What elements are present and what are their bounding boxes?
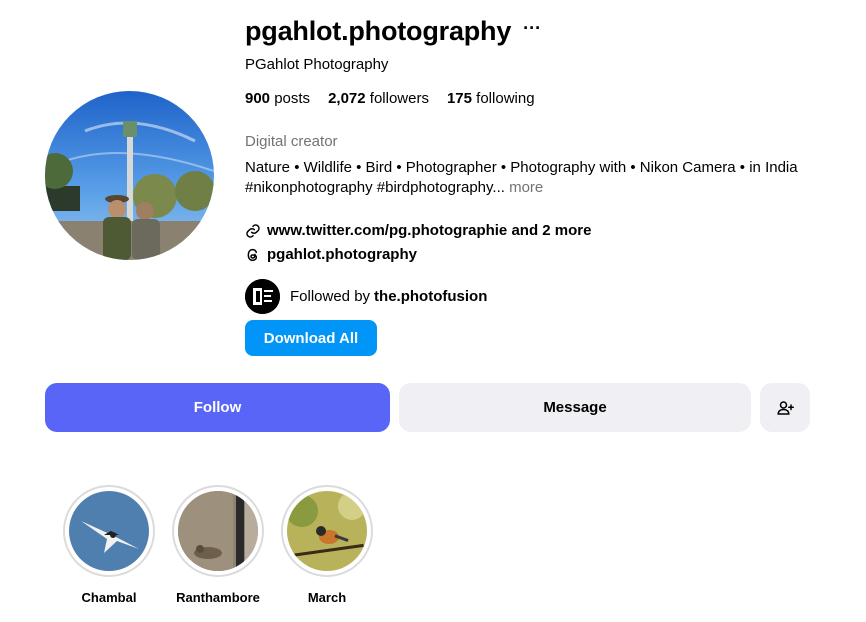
message-button[interactable]: Message xyxy=(399,383,751,432)
threads-link-text: pgahlot.photography xyxy=(267,246,417,263)
download-all-button[interactable]: Download All xyxy=(245,320,377,356)
threads-icon xyxy=(247,248,258,261)
highlight-march[interactable]: March xyxy=(279,485,375,605)
highlight-label: Ranthambore xyxy=(176,590,260,605)
followed-by-prefix: Followed by xyxy=(290,288,371,305)
highlight-cover xyxy=(178,491,258,571)
external-link[interactable]: www.twitter.com/pg.photographie and 2 mo… xyxy=(245,222,591,239)
posts-count: 900 xyxy=(245,90,271,107)
highlight-ring xyxy=(172,485,264,577)
highlight-cover xyxy=(69,491,149,571)
bio-more-link[interactable]: more xyxy=(509,179,543,196)
follow-button[interactable]: Follow xyxy=(45,383,390,432)
profile-bio: Nature • Wildlife • Bird • Photographer … xyxy=(245,158,815,198)
external-link-text: www.twitter.com/pg.photographie and 2 mo… xyxy=(267,222,592,239)
profile-stats: 900 posts 2,072 followers 175 following xyxy=(245,90,535,107)
posts-label: posts xyxy=(274,90,311,107)
followers-count: 2,072 xyxy=(328,90,366,107)
more-options-icon[interactable]: ··· xyxy=(523,19,541,37)
highlight-label: Chambal xyxy=(81,590,137,605)
follower-avatar xyxy=(245,279,280,314)
bio-line: Nature • Wildlife • Bird • Photographer … xyxy=(245,159,798,176)
add-user-button[interactable] xyxy=(760,383,810,432)
profile-full-name: PGahlot Photography xyxy=(245,56,389,73)
followed-by-user[interactable]: the.photofusion xyxy=(374,288,487,305)
highlight-ring xyxy=(281,485,373,577)
following-count: 175 xyxy=(446,90,472,107)
profile-username: pgahlot.photography xyxy=(245,16,512,46)
threads-link[interactable]: pgahlot.photography xyxy=(245,246,417,263)
bio-hashtags: #nikonphotography #birdphotography... xyxy=(245,179,505,196)
followed-by[interactable]: Followed by the.photofusion xyxy=(245,279,487,314)
profile-avatar[interactable] xyxy=(45,91,214,260)
followers-label: followers xyxy=(369,90,429,107)
posts-stat: 900 posts xyxy=(245,90,310,107)
profile-category: Digital creator xyxy=(245,133,338,150)
highlight-cover xyxy=(287,491,367,571)
following-stat[interactable]: 175 following xyxy=(447,90,535,107)
highlight-label: March xyxy=(307,590,347,605)
highlight-chambal[interactable]: Chambal xyxy=(61,485,157,605)
link-icon xyxy=(246,223,260,238)
highlight-ranthambore[interactable]: Ranthambore xyxy=(170,485,266,605)
followers-stat[interactable]: 2,072 followers xyxy=(328,90,429,107)
following-label: following xyxy=(476,90,535,107)
add-user-icon xyxy=(777,400,794,415)
highlight-ring xyxy=(63,485,155,577)
